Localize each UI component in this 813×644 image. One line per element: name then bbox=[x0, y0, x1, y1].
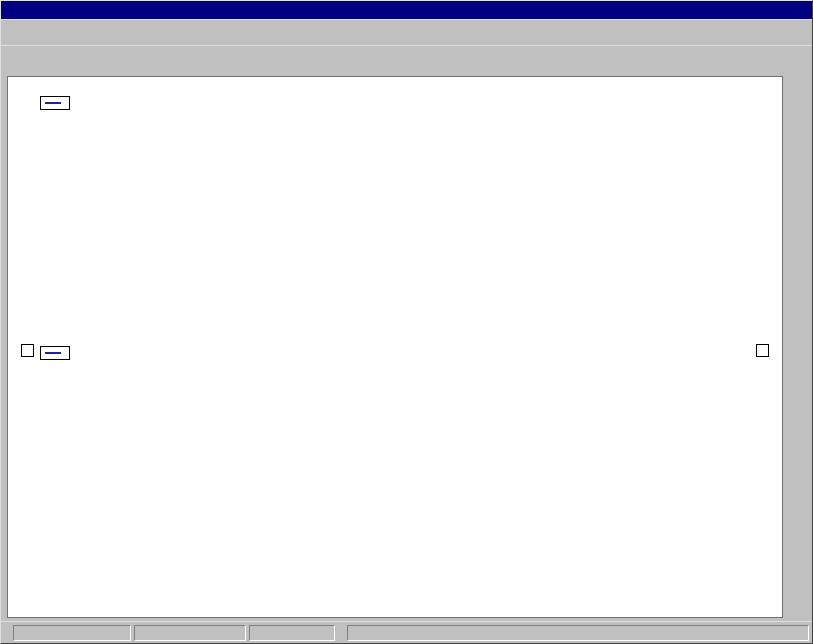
drawing-toolbar bbox=[785, 76, 811, 84]
messages-field bbox=[347, 625, 809, 641]
main-toolbar bbox=[1, 19, 812, 45]
statusbar bbox=[1, 621, 812, 643]
cursor-value-field-3 bbox=[249, 625, 335, 641]
client-area bbox=[1, 71, 812, 621]
chart-area bbox=[7, 76, 783, 618]
indicator-legend[interactable] bbox=[40, 346, 70, 360]
notis-line-sample bbox=[45, 352, 61, 354]
chart-toolbar bbox=[1, 45, 812, 71]
panel-settings-icon[interactable] bbox=[756, 344, 769, 357]
price-legend[interactable] bbox=[40, 96, 70, 110]
close-line-sample bbox=[45, 102, 61, 104]
cursor-value-field-1 bbox=[13, 625, 131, 641]
cursor-value-field-2 bbox=[134, 625, 246, 641]
app-window bbox=[0, 0, 813, 644]
panel-marker[interactable] bbox=[21, 344, 34, 357]
chart-canvas[interactable] bbox=[8, 77, 782, 617]
titlebar[interactable] bbox=[1, 1, 812, 19]
